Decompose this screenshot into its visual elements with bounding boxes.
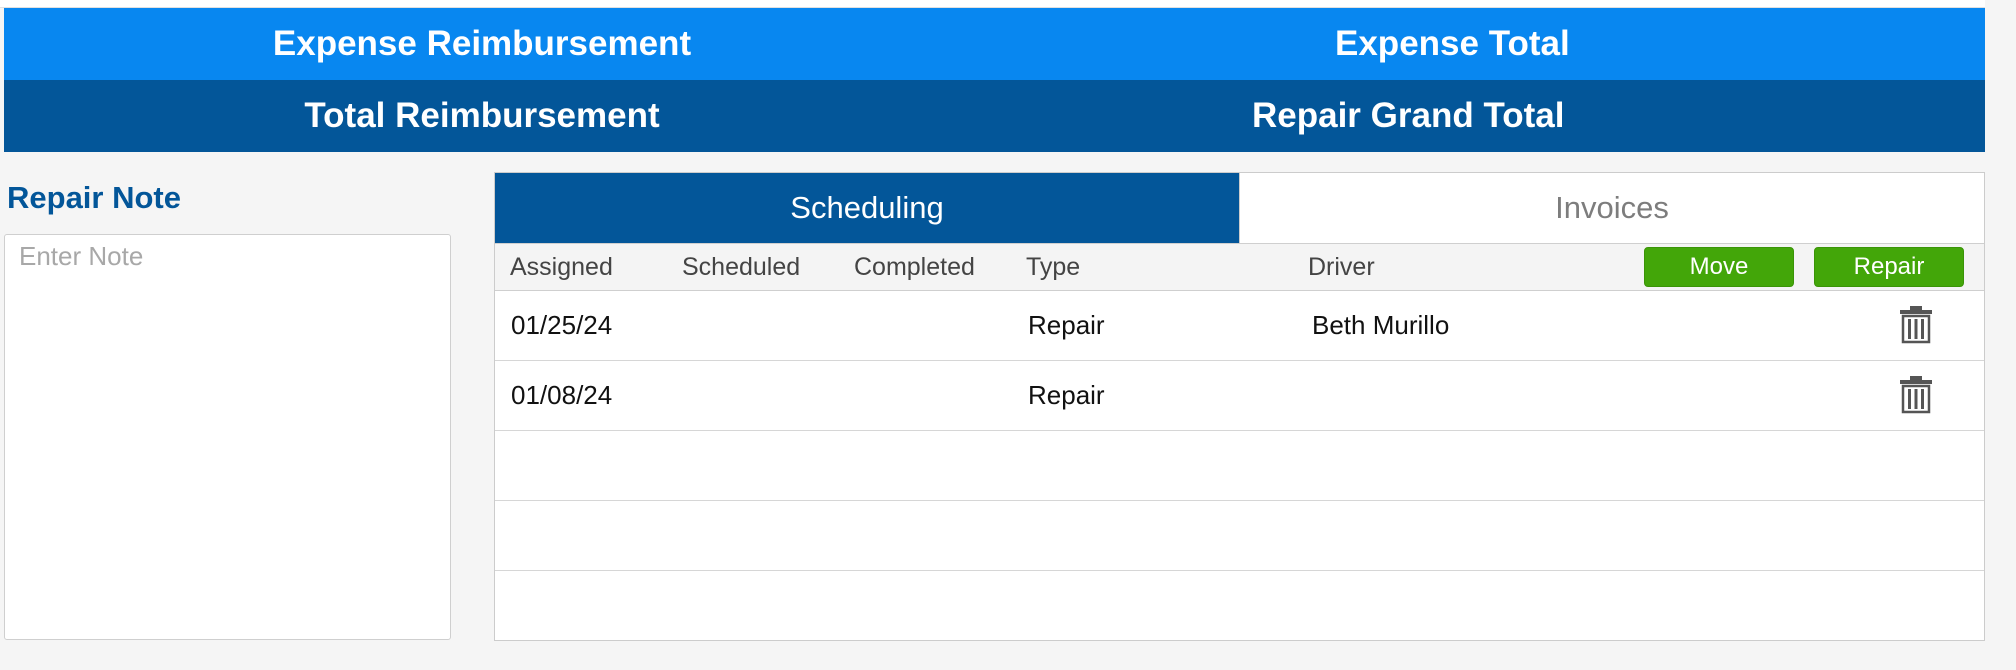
total-reimbursement-label: Total Reimbursement (304, 96, 660, 135)
empty-table-row (495, 431, 1984, 501)
top-divider (0, 0, 1985, 8)
table-body: 01/25/24 Repair Beth Murillo 01/08/24 Re… (495, 291, 1984, 641)
move-button[interactable]: Move (1644, 247, 1794, 287)
column-header-type[interactable]: Type (1026, 244, 1080, 290)
type-cell: Repair (1028, 310, 1105, 340)
repair-grand-total-label: Repair Grand Total (1252, 96, 1565, 135)
column-header-completed[interactable]: Completed (854, 244, 975, 290)
trash-icon[interactable] (1899, 306, 1933, 344)
assigned-date-cell: 01/08/24 (511, 380, 613, 410)
table-row[interactable]: 01/08/24 Repair (495, 361, 1984, 431)
tab-bar: Scheduling Invoices (495, 173, 1984, 244)
empty-table-row (495, 571, 1984, 641)
column-header-scheduled[interactable]: Scheduled (682, 244, 800, 290)
total-reimbursement-cell: Total Reimbursement (4, 80, 960, 152)
empty-table-row (495, 501, 1984, 571)
totals-summary-bar: Total Reimbursement Repair Grand Total (4, 80, 1985, 152)
assigned-date-cell: 01/25/24 (511, 310, 613, 340)
repair-note-box (4, 234, 451, 640)
scheduling-panel: Scheduling Invoices Assigned Scheduled C… (494, 172, 1985, 641)
type-cell: Repair (1028, 380, 1105, 410)
tab-scheduling[interactable]: Scheduling (495, 173, 1239, 243)
repair-grand-total-cell: Repair Grand Total (960, 80, 1985, 152)
driver-cell: Beth Murillo (1312, 310, 1450, 340)
trash-icon[interactable] (1899, 376, 1933, 414)
expense-total-cell: Expense Total (960, 8, 1985, 80)
expense-total-label: Expense Total (1335, 24, 1570, 63)
table-row[interactable]: 01/25/24 Repair Beth Murillo (495, 291, 1984, 361)
column-header-driver[interactable]: Driver (1308, 244, 1375, 290)
expense-reimbursement-label: Expense Reimbursement (272, 24, 692, 63)
repair-note-input[interactable] (5, 235, 450, 639)
expense-summary-bar: Expense Reimbursement Expense Total (4, 8, 1985, 80)
repair-note-title: Repair Note (7, 180, 181, 215)
column-header-assigned[interactable]: Assigned (510, 244, 613, 290)
table-header: Assigned Scheduled Completed Type Driver… (495, 243, 1984, 291)
add-repair-button[interactable]: Repair (1814, 247, 1964, 287)
tab-invoices[interactable]: Invoices (1239, 173, 1984, 244)
expense-reimbursement-cell: Expense Reimbursement (4, 8, 960, 80)
